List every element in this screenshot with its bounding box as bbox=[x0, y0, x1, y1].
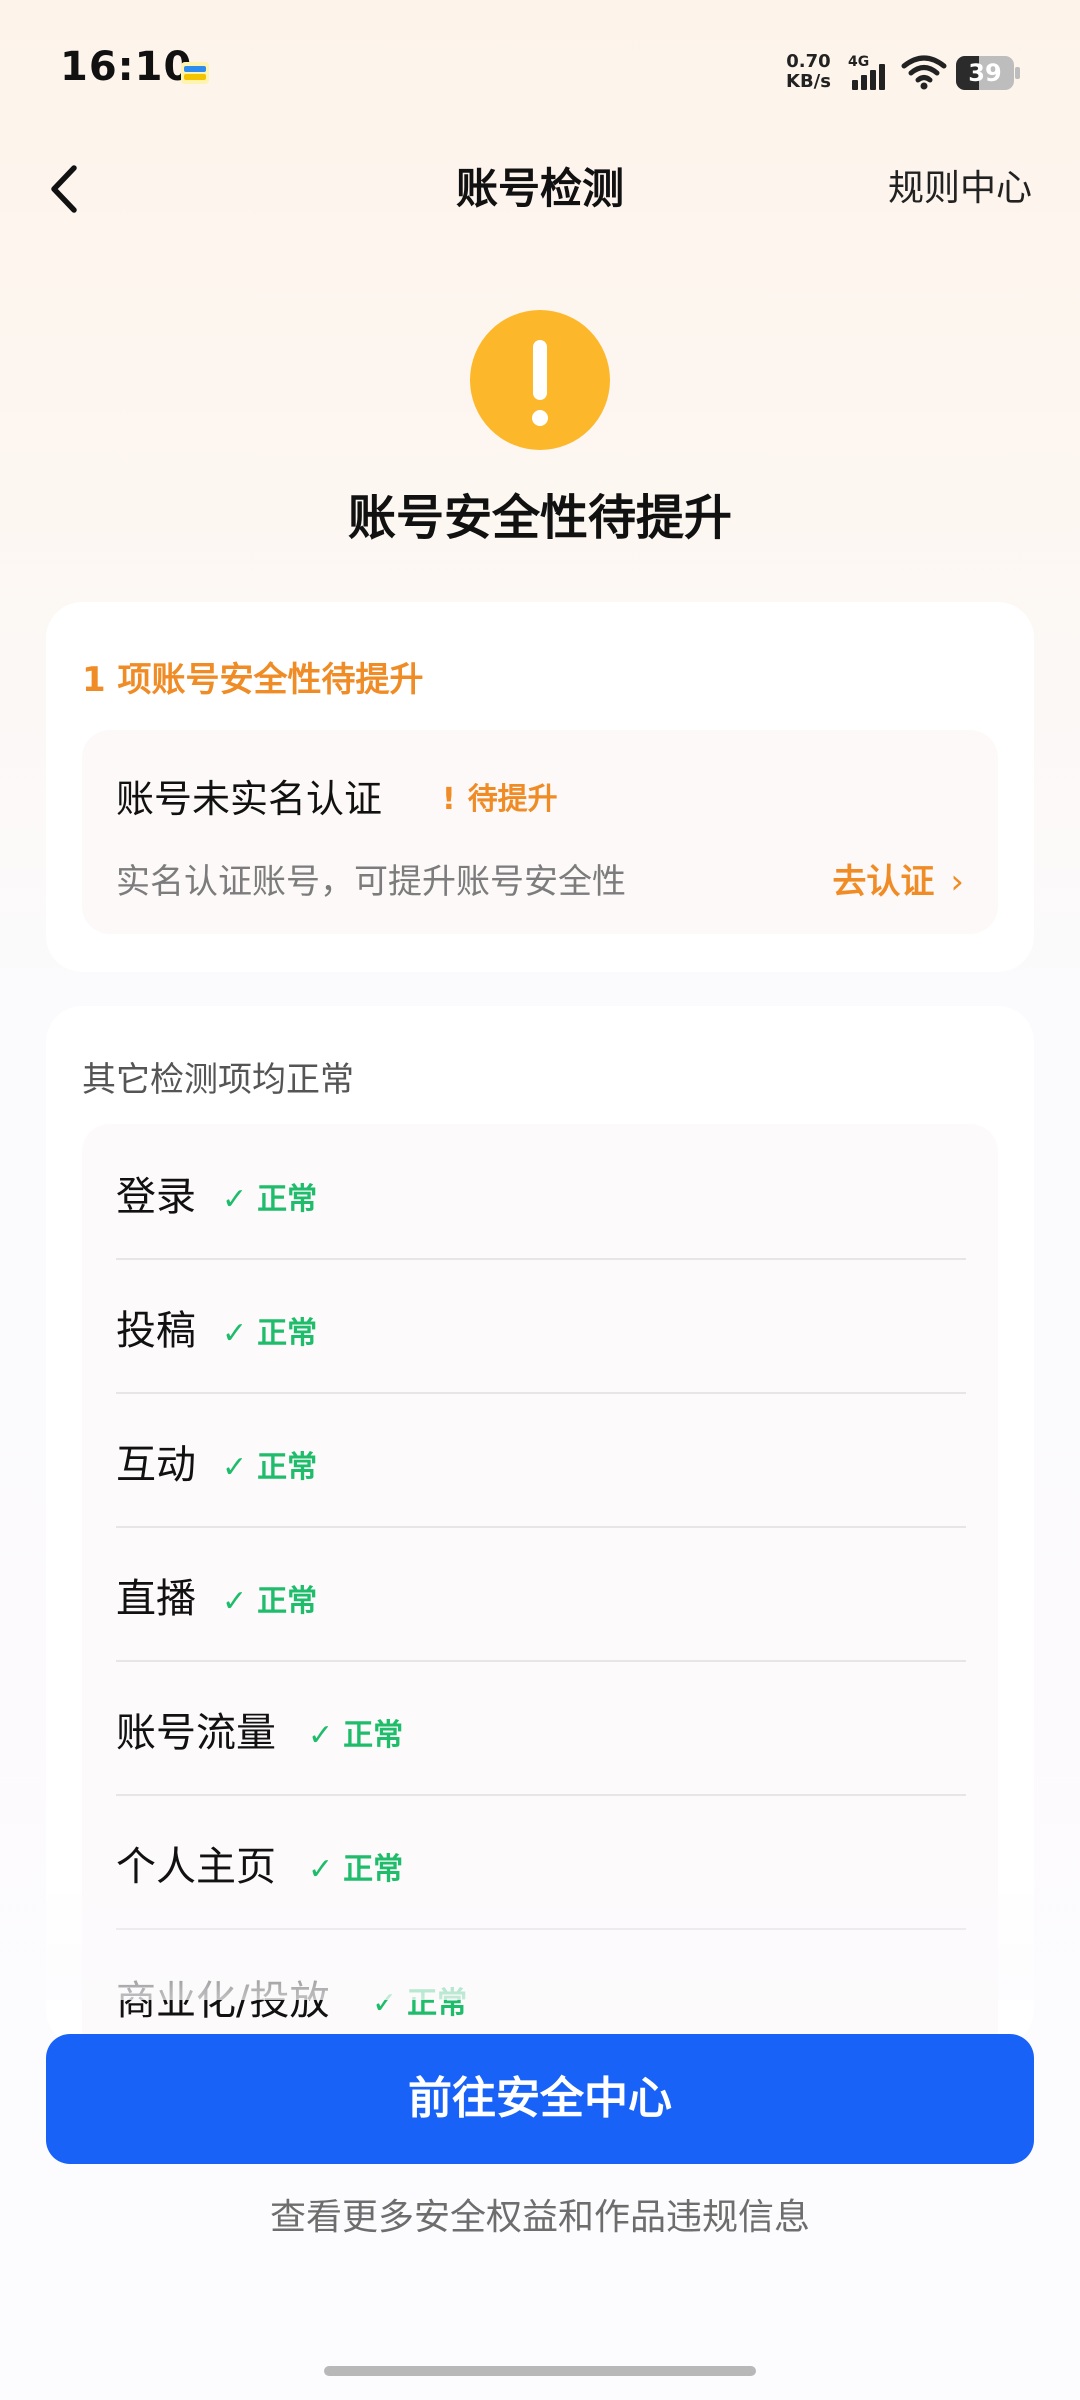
warning-icon bbox=[470, 310, 610, 450]
rules-center-link[interactable]: 规则中心 bbox=[888, 160, 1032, 218]
check-status: ✓ 正常 bbox=[222, 1308, 317, 1352]
check-label: 登录 bbox=[116, 1174, 196, 1220]
check-row-post: 投稿 ✓ 正常 bbox=[116, 1258, 966, 1394]
checkmark-icon: ✓ bbox=[222, 1450, 248, 1485]
chevron-right-icon: › bbox=[950, 862, 964, 902]
normal-checks-heading: 其它检测项均正常 bbox=[82, 1060, 354, 1100]
issues-card: 1 项账号安全性待提升 账号未实名认证 ! 待提升 实名认证账号，可提升账号安全性… bbox=[46, 602, 1034, 972]
issue-item-real-name[interactable]: 账号未实名认证 ! 待提升 实名认证账号，可提升账号安全性 去认证 › bbox=[82, 730, 998, 934]
pending-badge-label: 待提升 bbox=[467, 782, 558, 817]
issue-title: 账号未实名认证 bbox=[116, 777, 383, 821]
exclamation-icon: ! bbox=[442, 782, 456, 817]
status-bar: 16:10 0.70 KB/s 4G 39 bbox=[0, 0, 1080, 140]
check-row-interaction: 互动 ✓ 正常 bbox=[116, 1392, 966, 1528]
check-status: ✓ 正常 bbox=[222, 1174, 317, 1218]
check-status-label: 正常 bbox=[257, 1584, 318, 1619]
network-speed-unit: KB/s bbox=[786, 71, 831, 92]
check-label: 互动 bbox=[116, 1442, 196, 1488]
checkmark-icon: ✓ bbox=[222, 1182, 248, 1217]
check-label: 账号流量 bbox=[116, 1710, 276, 1756]
issue-description: 实名认证账号，可提升账号安全性 bbox=[116, 862, 626, 902]
verify-button-label: 去认证 bbox=[832, 862, 935, 902]
check-status: ✓ 正常 bbox=[222, 1576, 317, 1620]
check-row-live: 直播 ✓ 正常 bbox=[116, 1526, 966, 1662]
network-speed: 0.70 KB/s bbox=[786, 52, 831, 92]
checkmark-icon: ✓ bbox=[222, 1584, 248, 1619]
notification-app-icon bbox=[181, 62, 209, 84]
check-status-label: 正常 bbox=[257, 1316, 318, 1351]
verify-button[interactable]: 去认证 › bbox=[832, 854, 964, 903]
check-status: ✓ 正常 bbox=[222, 1442, 317, 1486]
network-type-label: 4G bbox=[848, 54, 869, 70]
security-status-title: 账号安全性待提升 bbox=[347, 490, 732, 546]
cellular-signal-icon: 4G bbox=[848, 54, 885, 90]
scroll-fade bbox=[0, 1880, 1080, 2000]
check-label: 直播 bbox=[116, 1576, 196, 1622]
checkmark-icon: ✓ bbox=[222, 1316, 248, 1351]
network-speed-value: 0.70 bbox=[786, 51, 831, 72]
home-indicator[interactable] bbox=[324, 2366, 756, 2376]
status-time: 16:10 bbox=[60, 44, 193, 90]
check-status: ✓ 正常 bbox=[308, 1710, 403, 1754]
checkmark-icon: ✓ bbox=[308, 1718, 334, 1753]
battery-level: 39 bbox=[968, 59, 1002, 87]
wifi-icon bbox=[901, 55, 947, 90]
battery-indicator: 39 bbox=[956, 56, 1020, 90]
check-status-label: 正常 bbox=[257, 1182, 318, 1217]
check-status-label: 正常 bbox=[343, 1718, 404, 1753]
footer-note: 查看更多安全权益和作品违规信息 bbox=[269, 2197, 810, 2238]
check-row-login: 登录 ✓ 正常 bbox=[116, 1124, 966, 1260]
check-status-label: 正常 bbox=[257, 1450, 318, 1485]
issues-heading: 1 项账号安全性待提升 bbox=[82, 660, 424, 700]
check-label: 投稿 bbox=[116, 1308, 196, 1354]
check-row-traffic: 账号流量 ✓ 正常 bbox=[116, 1660, 966, 1796]
pending-badge: ! 待提升 bbox=[442, 774, 558, 818]
go-to-security-center-button[interactable]: 前往安全中心 bbox=[46, 2034, 1034, 2164]
